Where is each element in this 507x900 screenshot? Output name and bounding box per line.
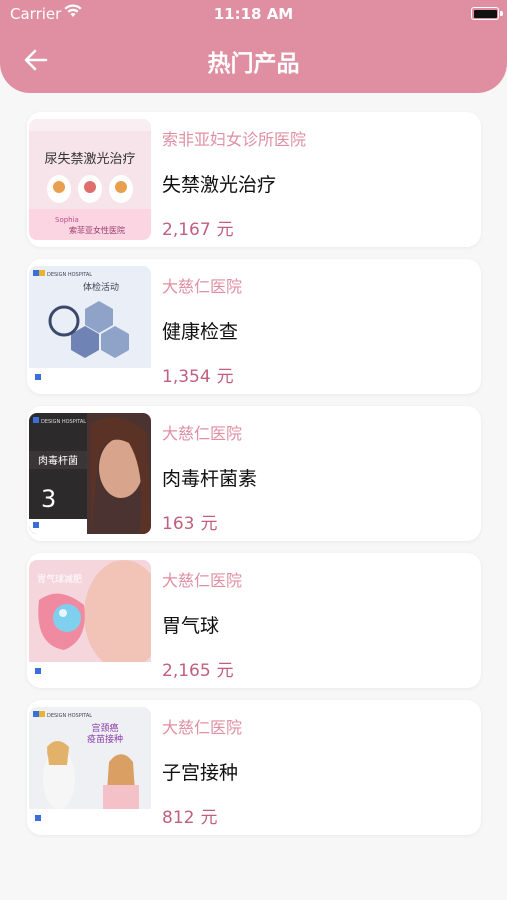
product-card[interactable]: DESIGN HOSPITAL 宫颈癌 疫苗接种 大慈仁医院 子宫接种 812 元 — [27, 700, 481, 835]
product-card[interactable]: 胃气球减肥 大慈仁医院 胃气球 2,165 元 — [27, 553, 481, 688]
product-card[interactable]: 尿失禁激光治疗 Sophia 索菲亚女性医院 索非亚妇女诊所医院 失禁激光治疗 … — [27, 112, 481, 247]
thumb-title: 尿失禁激光治疗 — [44, 152, 135, 167]
hospital-name: 索非亚妇女诊所医院 — [162, 130, 307, 149]
thumb-title: 胃气球减肥 — [37, 573, 82, 585]
thumb-title: 肉毒杆菌 — [38, 454, 78, 467]
thumb-logo: DESIGN HOSPITAL — [41, 419, 86, 425]
status-bar: Carrier 11:18 AM — [0, 0, 507, 28]
product-price: 2,167 元 — [162, 220, 234, 240]
product-card[interactable]: DESIGN HOSPITAL 肉毒杆菌 3 大慈仁医院 肉毒杆菌素 163 元 — [27, 406, 481, 541]
thumb-subtitle: 疫苗接种 — [87, 733, 123, 745]
product-thumbnail: DESIGN HOSPITAL 体检活动 — [29, 266, 151, 387]
product-name: 胃气球 — [162, 615, 220, 637]
thumb-title: 宫颈癌 — [91, 722, 118, 734]
clock: 11:18 AM — [213, 5, 294, 23]
thumb-logo: DESIGN HOSPITAL — [47, 272, 92, 278]
product-thumbnail: DESIGN HOSPITAL 肉毒杆菌 3 — [29, 413, 151, 534]
hospital-name: 大慈仁医院 — [162, 424, 243, 443]
header-bar: Carrier 11:18 AM 热门产品 — [0, 0, 507, 93]
product-name: 健康检查 — [162, 321, 239, 343]
page-title: 热门产品 — [207, 51, 300, 77]
product-price: 812 元 — [162, 808, 218, 828]
product-price: 1,354 元 — [162, 367, 234, 387]
product-name: 失禁激光治疗 — [162, 174, 277, 196]
thumb-subtitle: 索菲亚女性医院 — [69, 225, 125, 235]
product-thumbnail: 尿失禁激光治疗 Sophia 索菲亚女性医院 — [29, 119, 151, 240]
product-list: 尿失禁激光治疗 Sophia 索菲亚女性医院 索非亚妇女诊所医院 失禁激光治疗 … — [27, 112, 481, 847]
product-name: 子宫接种 — [162, 762, 239, 784]
thumb-title: 体检活动 — [83, 281, 119, 293]
product-price: 163 元 — [162, 514, 218, 534]
thumb-logo: DESIGN HOSPITAL — [47, 713, 92, 719]
battery-icon — [471, 7, 503, 20]
hospital-name: 大慈仁医院 — [162, 277, 243, 296]
product-card[interactable]: DESIGN HOSPITAL 体检活动 大慈仁医院 健康检查 1,354 元 — [27, 259, 481, 394]
hospital-name: 大慈仁医院 — [162, 571, 243, 590]
product-name: 肉毒杆菌素 — [162, 468, 258, 490]
product-thumbnail: DESIGN HOSPITAL 宫颈癌 疫苗接种 — [29, 707, 151, 828]
product-price: 2,165 元 — [162, 661, 234, 681]
product-thumbnail: 胃气球减肥 — [29, 560, 151, 681]
hospital-name: 大慈仁医院 — [162, 718, 243, 737]
thumb-number: 3 — [41, 485, 56, 513]
thumb-logo: Sophia — [55, 216, 79, 224]
